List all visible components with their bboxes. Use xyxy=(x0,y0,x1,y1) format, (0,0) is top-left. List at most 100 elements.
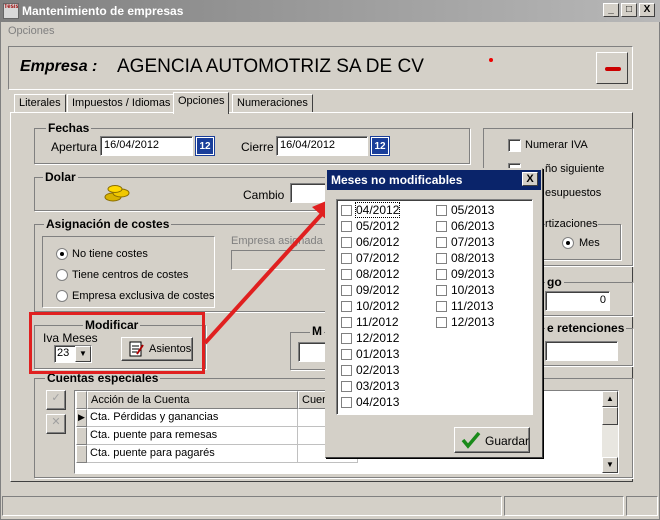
coins-icon xyxy=(104,183,130,203)
window-title: Mantenimiento de empresas xyxy=(22,4,184,18)
remove-empresa-button[interactable] xyxy=(596,52,628,84)
month-checkbox[interactable] xyxy=(436,269,447,280)
tab-numeraciones[interactable]: Numeraciones xyxy=(232,94,313,113)
green-check-icon xyxy=(461,431,481,449)
month-label: 05/2013 xyxy=(451,203,495,217)
check-icon[interactable]: ✓ xyxy=(46,390,66,410)
month-checkbox[interactable] xyxy=(341,365,352,376)
option-tiene-centros-label: Tiene centros de costes xyxy=(72,269,189,281)
month-label: 11/2012 xyxy=(356,315,399,329)
retenciones-field[interactable] xyxy=(545,341,618,361)
riesgo-field[interactable]: 0 xyxy=(545,291,610,311)
month-label: 02/2013 xyxy=(356,363,400,377)
month-checkbox[interactable] xyxy=(341,205,352,216)
month-label: 08/2012 xyxy=(356,267,400,281)
table-row[interactable]: Cta. puente para pagarés xyxy=(87,445,298,463)
month-checkbox[interactable] xyxy=(436,285,447,296)
ano-siguiente-label: ño siguiente xyxy=(545,163,605,175)
radio-empresa-exclusiva[interactable] xyxy=(56,290,68,302)
riesgo-title: go xyxy=(545,275,564,289)
month-label: 04/2012 xyxy=(354,202,401,218)
month-checkbox[interactable] xyxy=(436,221,447,232)
cierre-calendar-icon[interactable]: 12 xyxy=(370,136,390,156)
menu-opciones[interactable]: Opciones xyxy=(8,25,54,37)
maximize-button[interactable]: □ xyxy=(621,3,637,17)
retenciones-title: e retenciones xyxy=(545,321,627,335)
month-checkbox[interactable] xyxy=(341,253,352,264)
presupuestos-label: esupuestos xyxy=(545,187,602,199)
app-icon: Tesis xyxy=(3,3,19,19)
minimize-button[interactable]: _ xyxy=(603,3,619,17)
month-checkbox[interactable] xyxy=(341,349,352,360)
grid-header-accion[interactable]: Acción de la Cuenta xyxy=(87,391,298,409)
empresa-label: Empresa : xyxy=(20,58,98,75)
scroll-down-icon[interactable]: ▼ xyxy=(602,457,618,473)
radio-no-tiene-costes[interactable] xyxy=(56,248,68,260)
dialog-title: Meses no modificables xyxy=(331,173,463,187)
numerar-iva-label: Numerar IVA xyxy=(525,139,588,151)
month-label: 03/2013 xyxy=(356,379,400,393)
tab-literales[interactable]: Literales xyxy=(14,94,66,113)
month-checkbox[interactable] xyxy=(436,237,447,248)
month-checkbox[interactable] xyxy=(341,285,352,296)
cambio-field[interactable] xyxy=(290,183,330,203)
grid-scrollbar[interactable]: ▲ ▼ xyxy=(602,391,618,473)
minus-icon xyxy=(605,67,621,71)
table-row[interactable]: Cta. Pérdidas y ganancias xyxy=(87,409,298,427)
month-label: 06/2013 xyxy=(451,219,495,233)
dialog-title-bar[interactable]: Meses no modificables X xyxy=(327,170,541,190)
status-panel-grip xyxy=(626,496,658,516)
grid-corner xyxy=(76,391,87,409)
table-row[interactable]: Cta. puente para remesas xyxy=(87,427,298,445)
month-checkbox[interactable] xyxy=(341,317,352,328)
red-dot xyxy=(489,58,493,62)
month-label: 07/2012 xyxy=(356,251,400,265)
radio-tiene-centros[interactable] xyxy=(56,269,68,281)
scroll-thumb[interactable] xyxy=(602,407,618,425)
month-label: 12/2013 xyxy=(451,315,495,329)
month-checkbox[interactable] xyxy=(341,237,352,248)
amortizaciones-title: rtizaciones xyxy=(545,218,598,230)
dialog-close-button[interactable]: X xyxy=(522,172,538,186)
menu-bar: Opciones xyxy=(0,22,660,40)
month-checkbox[interactable] xyxy=(341,221,352,232)
month-label: 12/2012 xyxy=(356,331,400,345)
empresa-asignada-label: Empresa asignada d xyxy=(231,235,332,247)
month-label: 05/2012 xyxy=(356,219,400,233)
cambio-label: Cambio xyxy=(243,188,285,202)
month-checkbox[interactable] xyxy=(341,301,352,312)
guardar-button[interactable]: Guardar xyxy=(454,427,530,453)
status-panel-secondary xyxy=(504,496,624,516)
month-label: 10/2013 xyxy=(451,283,495,297)
x-icon[interactable]: ✕ xyxy=(46,414,66,434)
m-group-title: M xyxy=(310,324,324,338)
apertura-calendar-icon[interactable]: 12 xyxy=(195,136,215,156)
tab-impuestos-idiomas[interactable]: Impuestos / Idiomas xyxy=(67,94,176,113)
month-label: 06/2012 xyxy=(356,235,400,249)
empresa-asignada-field[interactable] xyxy=(231,250,331,270)
month-checkbox[interactable] xyxy=(436,301,447,312)
month-checkbox[interactable] xyxy=(341,381,352,392)
close-button[interactable]: X xyxy=(639,3,655,17)
month-checkbox[interactable] xyxy=(341,269,352,280)
month-label: 10/2012 xyxy=(356,299,400,313)
month-checkbox[interactable] xyxy=(436,253,447,264)
asignacion-title: Asignación de costes xyxy=(44,217,172,231)
radio-mes[interactable] xyxy=(562,237,574,249)
tab-opciones[interactable]: Opciones xyxy=(173,92,230,114)
cierre-field[interactable]: 16/04/2012 xyxy=(276,136,368,156)
month-checkbox[interactable] xyxy=(341,397,352,408)
apertura-field[interactable]: 16/04/2012 xyxy=(100,136,193,156)
meses-checklist: 04/2012 05/2012 06/2012 07/2012 08/2012 09/20… xyxy=(336,199,533,415)
option-empresa-exclusiva-label: Empresa exclusiva de costes xyxy=(72,290,215,302)
annotation-highlight-box xyxy=(29,312,205,374)
title-bar[interactable]: Tesis Mantenimiento de empresas _ □ X xyxy=(0,0,660,22)
month-checkbox[interactable] xyxy=(436,205,447,216)
month-checkbox[interactable] xyxy=(341,333,352,344)
apertura-label: Apertura xyxy=(51,140,98,154)
scroll-up-icon[interactable]: ▲ xyxy=(602,391,618,407)
numerar-iva-checkbox[interactable] xyxy=(508,139,521,152)
month-label: 09/2012 xyxy=(356,283,400,297)
month-label: 09/2013 xyxy=(451,267,495,281)
month-checkbox[interactable] xyxy=(436,317,447,328)
